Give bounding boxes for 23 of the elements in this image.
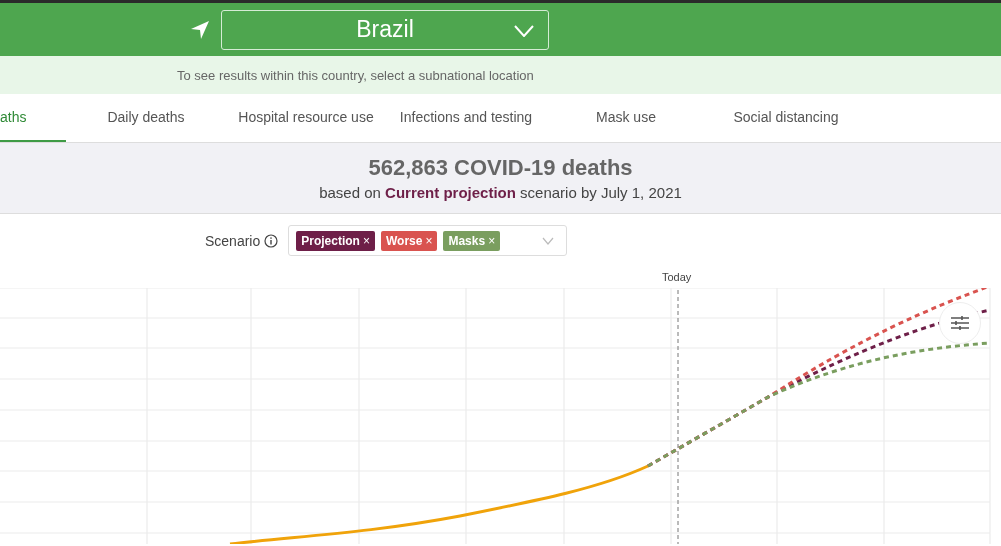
tab[interactable]: Hospital resource use [226, 94, 386, 142]
scenario-subtitle: based on Current projection scenario by July 1, 2021 [319, 184, 682, 201]
chevron-down-icon [514, 24, 534, 37]
info-icon[interactable] [264, 233, 279, 248]
settings-button[interactable] [939, 302, 981, 344]
tab[interactable]: Social distancing [706, 94, 866, 142]
scenario-tag: Masks × [443, 230, 501, 251]
tab[interactable]: Daily deaths [66, 94, 226, 142]
scenario-label: Scenario [205, 232, 261, 249]
location-arrow-icon[interactable] [190, 19, 210, 40]
today-label: Today [661, 270, 693, 285]
scenario-tag: Worse × [380, 230, 438, 251]
scenario-tag: Projection × [296, 230, 375, 251]
sliders-icon [951, 316, 969, 330]
remove-tag-button[interactable]: × [362, 233, 370, 248]
deaths-headline: 562,863 COVID-19 deaths [368, 155, 633, 181]
chevron-down-icon [542, 237, 555, 245]
location-value: Brazil [356, 16, 414, 43]
scenario-select[interactable]: Projection × Worse × Masks × [288, 225, 568, 256]
tab[interactable]: Mask use [546, 94, 706, 142]
remove-tag-button[interactable]: × [425, 233, 433, 248]
hint-text: To see results within this country, select a subnational location [177, 67, 534, 83]
tab[interactable]: Infections and testing [386, 94, 546, 142]
